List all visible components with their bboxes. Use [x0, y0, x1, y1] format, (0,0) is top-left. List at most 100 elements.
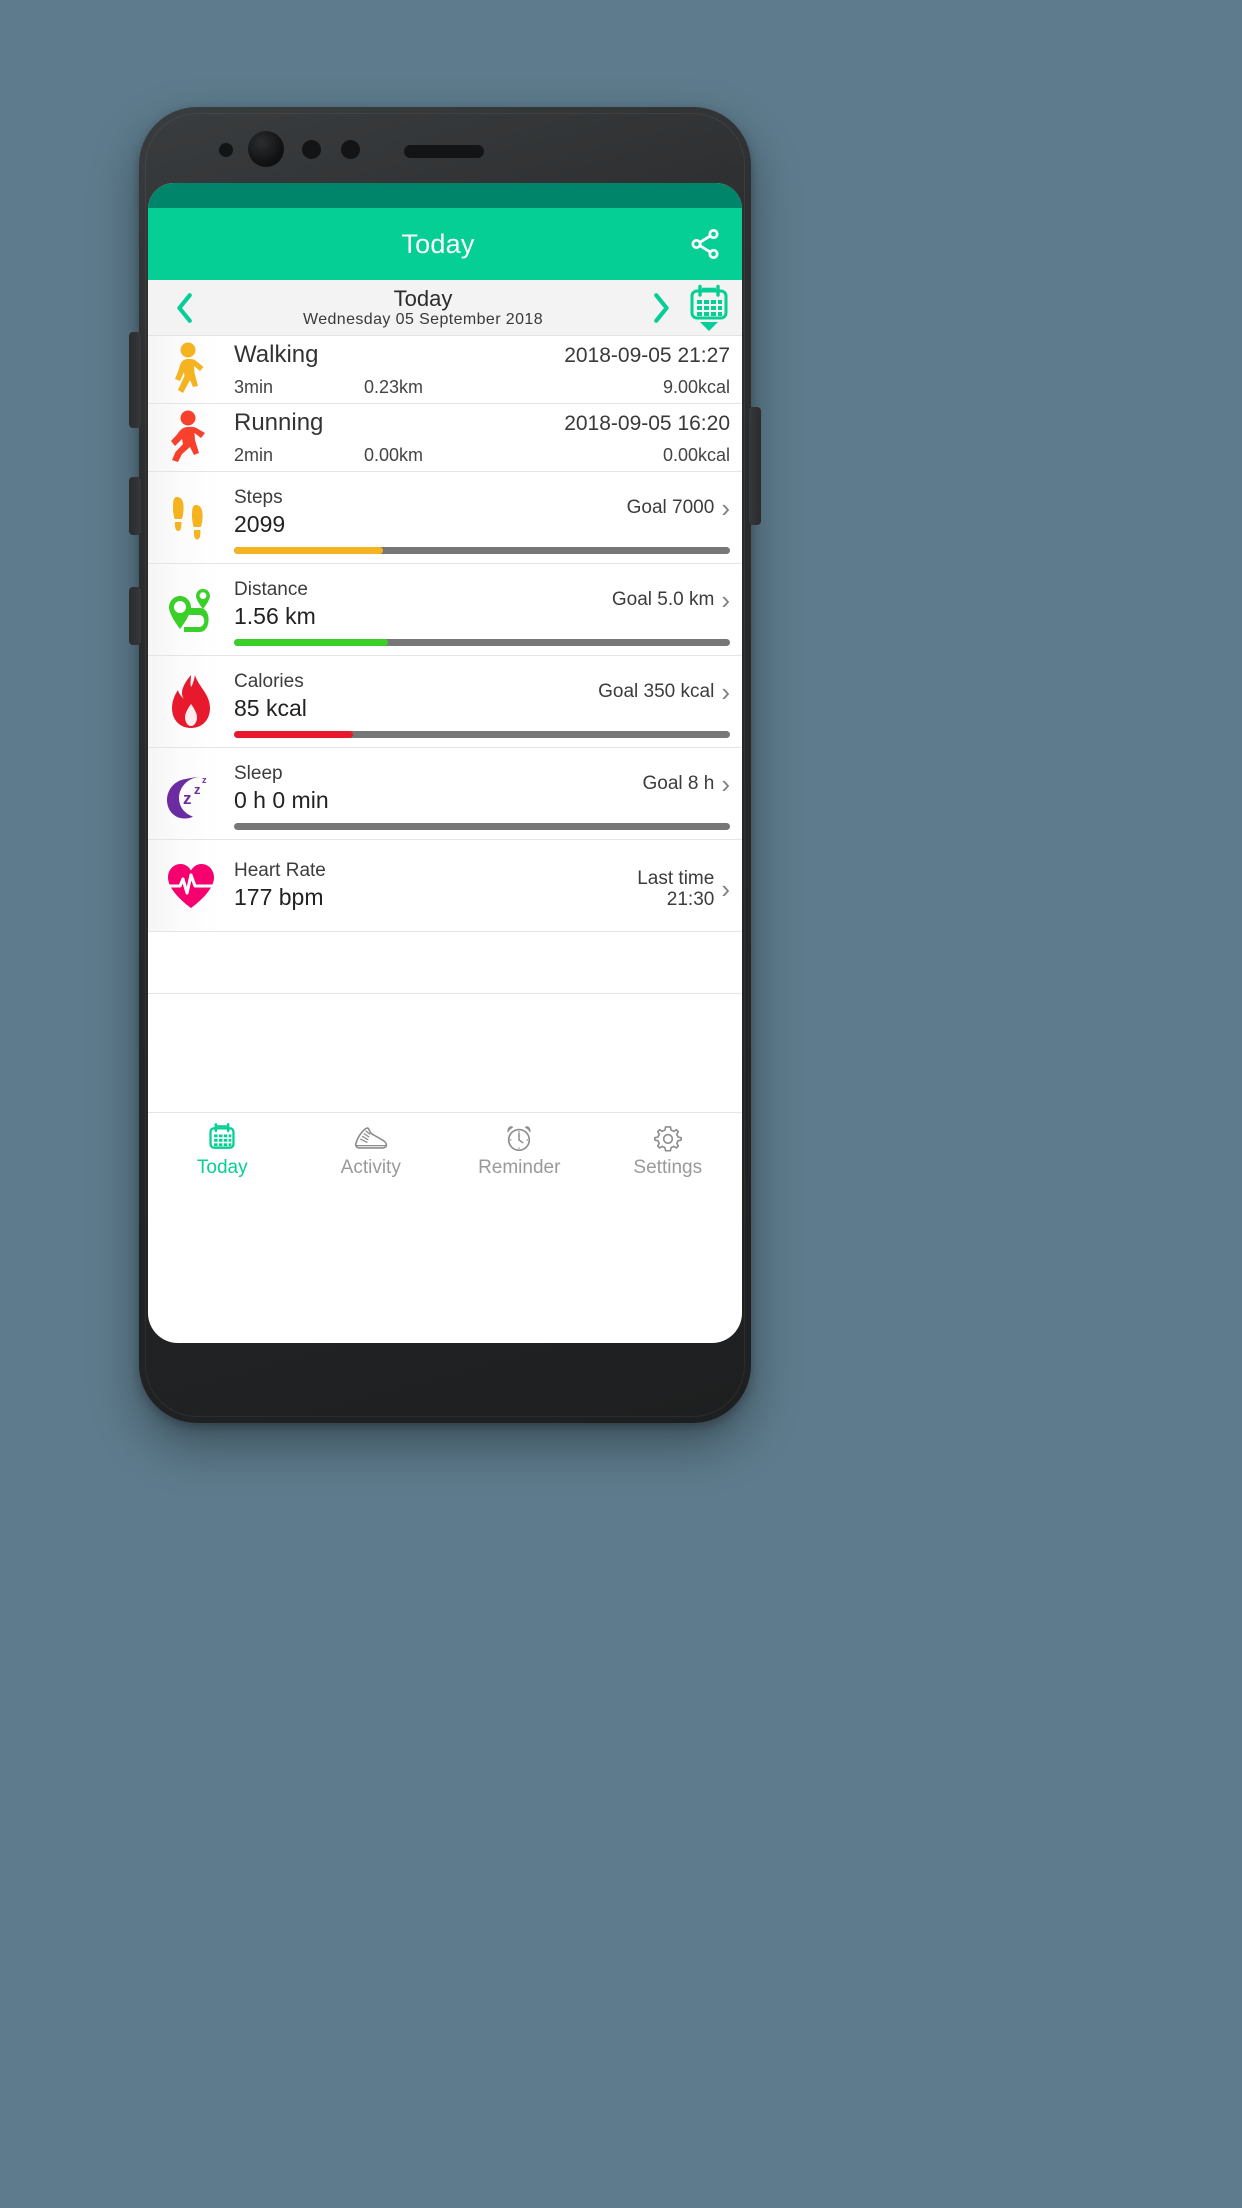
nav-item-reminder[interactable]: Reminder: [445, 1113, 594, 1188]
metric-progress-bar: [234, 730, 730, 738]
metric-goal-text: Last time 21:30: [637, 868, 714, 911]
next-day-button[interactable]: [638, 285, 684, 331]
metric-value: 0 h 0 min: [234, 786, 329, 813]
nav-item-activity[interactable]: Activity: [297, 1113, 446, 1188]
metric-progress-bar: [234, 638, 730, 646]
phone-sensor-bar: [139, 107, 751, 185]
chevron-right-icon: [654, 292, 669, 323]
running-icon: [171, 410, 205, 462]
workout-stats: 3min 0.23km 9.00kcal: [234, 377, 730, 398]
gear-icon: [653, 1125, 682, 1152]
metric-row-steps[interactable]: Steps 2099 Goal 7000 ›: [148, 472, 742, 564]
metric-value: 1.56 km: [234, 602, 316, 629]
metric-progress-fill: [234, 546, 383, 554]
metric-row-calories[interactable]: Calories 85 kcal Goal 350 kcal ›: [148, 656, 742, 748]
walking-icon: [175, 342, 204, 393]
metric-left: Heart Rate 177 bpm: [234, 860, 326, 911]
metric-left: Distance 1.56 km: [234, 579, 316, 630]
metric-body: Steps 2099 Goal 7000 ›: [234, 472, 742, 563]
steps-icon-cell: [148, 472, 234, 563]
metric-goal-button[interactable]: Goal 8 h ›: [643, 763, 731, 797]
metric-goal-line1: Goal 350 kcal: [598, 681, 715, 703]
page-background: Today Today Wednesday 05 September 2018 …: [0, 0, 1242, 2208]
iris-sensor-icon: [341, 140, 360, 159]
metric-value: 177 bpm: [234, 883, 324, 910]
app-bar-title: Today: [401, 228, 475, 259]
chevron-right-icon: ›: [721, 585, 730, 616]
workout-datetime: 2018-09-05 16:20: [564, 412, 730, 435]
metric-label: Calories: [234, 671, 304, 693]
metric-header: Heart Rate 177 bpm Last time 21:30 ›: [234, 860, 730, 911]
workout-stats: 2min 0.00km 0.00kcal: [234, 445, 730, 466]
heart-pulse-icon: [167, 863, 215, 908]
workout-calories: 9.00kcal: [662, 377, 730, 397]
workout-datetime: 2018-09-05 21:27: [564, 344, 730, 367]
nav-icon-wrap: [653, 1123, 683, 1153]
chevron-right-icon: ›: [721, 677, 730, 708]
workout-body: Running 2018-09-05 16:20 2min 0.00km 0.0…: [234, 404, 742, 471]
side-button[interactable]: [129, 587, 141, 645]
share-icon: [691, 229, 719, 259]
workout-row-walking[interactable]: Walking 2018-09-05 21:27 3min 0.23km 9.0…: [148, 336, 742, 404]
power-button[interactable]: [749, 407, 761, 525]
previous-day-button[interactable]: [162, 285, 208, 331]
calendar-picker-button[interactable]: [684, 283, 734, 333]
metric-row-heart-rate[interactable]: Heart Rate 177 bpm Last time 21:30 ›: [148, 840, 742, 932]
running-icon-cell: [148, 404, 234, 471]
route-pin-icon: [169, 588, 210, 632]
earpiece-speaker-icon: [404, 145, 484, 158]
workout-header: Running 2018-09-05 16:20: [234, 409, 730, 437]
distance-icon-cell: [148, 564, 234, 655]
nav-icon-wrap: [503, 1123, 535, 1153]
svg-text:z: z: [194, 782, 201, 797]
workout-row-running[interactable]: Running 2018-09-05 16:20 2min 0.00km 0.0…: [148, 404, 742, 472]
nav-icon-wrap: [353, 1123, 389, 1153]
volume-button[interactable]: [129, 332, 141, 428]
metric-goal-line2: 21:30: [666, 889, 715, 911]
metric-goal-button[interactable]: Goal 350 kcal ›: [598, 671, 730, 705]
assistant-button[interactable]: [129, 477, 141, 535]
today-list: Walking 2018-09-05 21:27 3min 0.23km 9.0…: [148, 336, 742, 1112]
workout-distance: 0.00km: [364, 445, 424, 465]
moon-sleep-icon: z z z: [167, 775, 207, 818]
flame-icon: [172, 674, 210, 728]
walking-icon-cell: [148, 336, 234, 403]
metric-body: Calories 85 kcal Goal 350 kcal ›: [234, 656, 742, 747]
svg-text:z: z: [183, 789, 192, 808]
list-empty-space: [148, 932, 742, 994]
nav-item-today[interactable]: Today: [148, 1113, 297, 1188]
date-title: Today: [393, 285, 453, 311]
nav-item-settings[interactable]: Settings: [594, 1113, 743, 1188]
calendar-icon: [209, 1122, 235, 1149]
workout-body: Walking 2018-09-05 21:27 3min 0.23km 9.0…: [234, 336, 742, 403]
chevron-right-icon: ›: [721, 769, 730, 800]
metric-label: Sleep: [234, 763, 283, 785]
metric-goal-button[interactable]: Last time 21:30 ›: [637, 860, 730, 911]
nav-label: Reminder: [478, 1156, 561, 1178]
metric-row-sleep[interactable]: z z z Sleep 0 h 0 min Goal 8 h ›: [148, 748, 742, 840]
metric-goal-line1: Goal 8 h: [642, 773, 715, 795]
metric-header: Steps 2099 Goal 7000 ›: [234, 487, 730, 538]
metric-body: Heart Rate 177 bpm Last time 21:30 ›: [234, 840, 742, 931]
status-bar: [148, 183, 742, 208]
metric-left: Steps 2099: [234, 487, 285, 538]
metric-progress-bar: [234, 822, 730, 830]
metric-progress-fill: [234, 638, 388, 646]
share-button[interactable]: [674, 213, 736, 275]
nav-icon-wrap: [207, 1122, 237, 1153]
metric-value: 85 kcal: [234, 694, 307, 721]
nav-label: Today: [196, 1156, 248, 1178]
metric-label: Distance: [234, 579, 308, 601]
footprints-icon: [173, 496, 203, 539]
phone-frame: Today Today Wednesday 05 September 2018 …: [129, 107, 761, 1423]
shoe-icon: [354, 1126, 387, 1149]
metric-header: Calories 85 kcal Goal 350 kcal ›: [234, 671, 730, 722]
metric-goal-button[interactable]: Goal 7000 ›: [627, 487, 730, 521]
workout-calories: 0.00kcal: [662, 445, 730, 465]
metric-row-distance[interactable]: Distance 1.56 km Goal 5.0 km ›: [148, 564, 742, 656]
metric-goal-button[interactable]: Goal 5.0 km ›: [612, 579, 730, 613]
date-display[interactable]: Today Wednesday 05 September 2018: [208, 285, 638, 329]
chevron-left-icon: [177, 292, 192, 323]
metric-goal-text: Goal 8 h: [643, 773, 715, 794]
date-subtitle: Wednesday 05 September 2018: [303, 310, 543, 328]
